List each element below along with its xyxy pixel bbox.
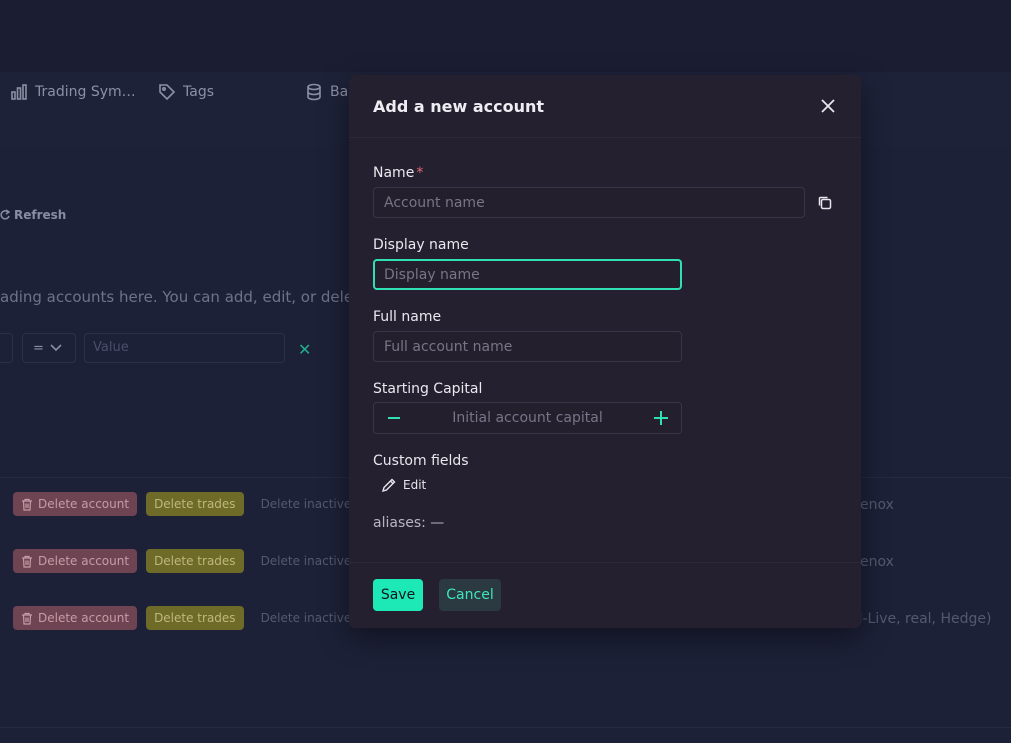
required-mark: * (416, 165, 424, 181)
delete-trades-label: Delete trades (154, 611, 236, 625)
display-name-label: Display name (373, 237, 469, 253)
bar-chart-icon (11, 84, 27, 100)
filter-field-select[interactable] (0, 333, 13, 363)
database-icon (307, 83, 321, 101)
trash-icon (22, 498, 32, 511)
delete-account-button[interactable]: Delete account (13, 492, 138, 516)
dialog-title: Add a new account (373, 97, 545, 116)
nav-item-tags[interactable]: Tags (158, 82, 214, 102)
filter-operator-value: = (33, 340, 44, 356)
starting-capital-label: Starting Capital (373, 381, 483, 397)
full-name-input[interactable] (373, 331, 682, 362)
delete-account-button[interactable]: Delete account (13, 606, 138, 630)
nav-item-label: Ba (330, 84, 349, 100)
nav-item-trading-symbols[interactable]: Trading Sym… (10, 82, 136, 102)
filter-value-input[interactable]: Value (84, 333, 285, 363)
delete-account-label: Delete account (38, 497, 130, 511)
starting-capital-placeholder: Initial account capital (452, 410, 603, 426)
trash-icon (22, 612, 32, 625)
dialog-footer-divider (349, 562, 861, 563)
close-icon[interactable] (819, 97, 837, 115)
trash-icon (22, 555, 32, 568)
delete-trades-button[interactable]: Delete trades (146, 549, 244, 573)
name-label-text: Name (373, 165, 415, 181)
full-name-label: Full name (373, 309, 442, 325)
row-account-info: enox (860, 554, 894, 570)
delete-trades-label: Delete trades (154, 554, 236, 568)
nav-item-label: Tags (183, 84, 214, 100)
add-account-dialog: Add a new account Name* Display name Ful… (349, 75, 861, 628)
page-description: ading accounts here. You can add, edit, … (0, 288, 383, 306)
delete-trades-button[interactable]: Delete trades (146, 606, 244, 630)
custom-fields-label: Custom fields (373, 453, 469, 469)
account-name-input[interactable] (373, 187, 805, 218)
nav-item-backup[interactable]: Ba (305, 82, 348, 102)
refresh-icon (0, 209, 10, 220)
nav-item-label: Trading Sym… (35, 84, 136, 100)
clear-filter-icon[interactable]: ✕ (298, 340, 311, 359)
refresh-label: Refresh (14, 208, 67, 222)
filter-value-placeholder: Value (93, 340, 129, 355)
aliases-text: aliases: — (373, 515, 445, 531)
table-row: Delete account Delete trades Delete inac… (13, 606, 372, 630)
plus-icon[interactable] (652, 409, 670, 427)
name-label: Name * (373, 165, 423, 181)
cancel-button[interactable]: Cancel (439, 579, 501, 611)
save-button[interactable]: Save (373, 579, 423, 611)
delete-account-label: Delete account (38, 611, 130, 625)
starting-capital-stepper[interactable]: Initial account capital (373, 402, 682, 434)
tag-icon (159, 84, 176, 101)
table-row: Delete account Delete trades Delete inac… (13, 549, 372, 573)
filter-operator-select[interactable]: = (22, 333, 76, 363)
top-bar (0, 0, 1011, 72)
edit-custom-fields-button[interactable]: Edit (381, 477, 426, 493)
dialog-header: Add a new account (349, 75, 861, 138)
delete-trades-button[interactable]: Delete trades (146, 492, 244, 516)
footer-divider (0, 727, 1011, 728)
delete-account-label: Delete account (38, 554, 130, 568)
row-account-info: al-Live, real, Hedge) (850, 611, 992, 627)
copy-icon[interactable] (816, 194, 834, 212)
display-name-input[interactable] (373, 259, 682, 290)
row-account-info: enox (860, 497, 894, 513)
delete-account-button[interactable]: Delete account (13, 549, 138, 573)
edit-label: Edit (403, 478, 427, 492)
pencil-icon (381, 478, 396, 493)
refresh-button[interactable]: Refresh (0, 208, 66, 222)
delete-trades-label: Delete trades (154, 497, 236, 511)
chevron-down-icon (50, 344, 62, 352)
table-row: Delete account Delete trades Delete inac… (13, 492, 372, 516)
